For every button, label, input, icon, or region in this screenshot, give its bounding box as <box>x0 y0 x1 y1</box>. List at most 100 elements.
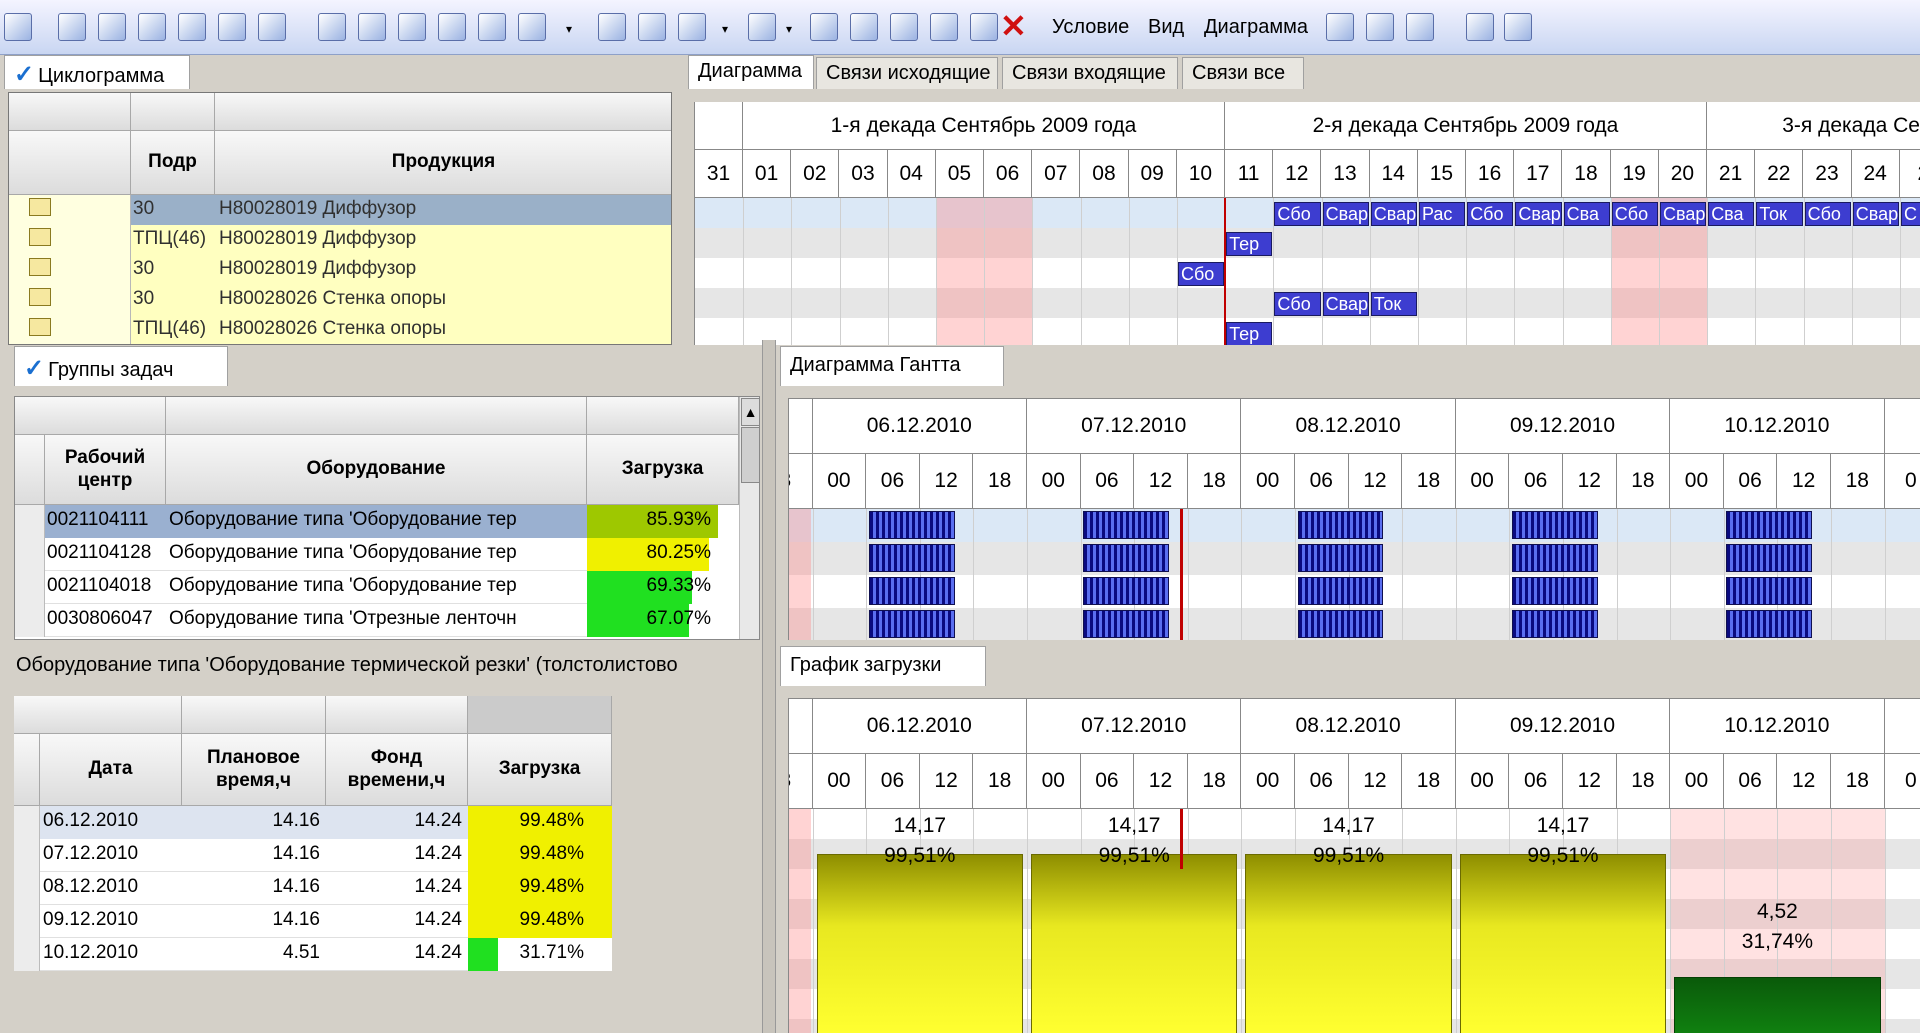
edit-row-icon[interactable] <box>438 13 466 41</box>
col-plan-time[interactable]: Плановое время,ч <box>182 734 326 806</box>
col-detail-load[interactable]: Загрузка <box>468 734 612 806</box>
task-bar[interactable]: Сва <box>1708 202 1755 226</box>
gantt-operation-bar[interactable] <box>1297 577 1384 605</box>
col-fund-time[interactable]: Фонд времени,ч <box>326 734 468 806</box>
gantt-operation-bar[interactable] <box>868 511 955 539</box>
table-row[interactable]: 10.12.2010 4.51 14.24 31.71% <box>14 938 612 971</box>
gantt-operation-bar[interactable] <box>1512 610 1598 638</box>
menu-diagram[interactable]: Диаграмма <box>1204 16 1308 39</box>
find-icon[interactable] <box>358 13 386 41</box>
row-selector[interactable] <box>14 905 40 938</box>
tab-cyclogram[interactable]: ✓ Циклограмма <box>4 55 190 89</box>
gantt-operation-bar[interactable] <box>1726 511 1813 539</box>
tab-diagram[interactable]: Диаграмма <box>688 55 814 89</box>
gantt-operation-bar[interactable] <box>1512 511 1598 539</box>
table-row[interactable]: 0021104111 Оборудование типа 'Оборудовани… <box>15 505 739 538</box>
col-work-center[interactable]: Рабочий центр <box>45 435 166 505</box>
table-view-icon[interactable] <box>1326 13 1354 41</box>
task-bar[interactable]: Сва <box>1563 202 1610 226</box>
tab-links-out[interactable]: Связи исходящие <box>816 57 998 89</box>
task-bar[interactable]: С <box>1901 202 1920 226</box>
gantt-operation-bar[interactable] <box>1083 544 1170 572</box>
new-doc-icon[interactable] <box>930 13 958 41</box>
table-row[interactable]: 09.12.2010 14.16 14.24 99.48% <box>14 905 612 938</box>
chart-icon[interactable] <box>218 13 246 41</box>
row-selector[interactable] <box>14 839 40 872</box>
menu-condition[interactable]: Условие <box>1052 16 1129 39</box>
structure-icon[interactable] <box>1406 13 1434 41</box>
row-selector[interactable] <box>15 604 45 637</box>
col-equipment[interactable]: Оборудование <box>166 435 587 505</box>
gantt-operation-bar[interactable] <box>1726 577 1813 605</box>
table-row[interactable]: ТПЦ(46) Н80028019 Диффузор <box>9 225 671 255</box>
task-bar[interactable]: Свар <box>1322 202 1369 226</box>
scroll-thumb[interactable] <box>741 427 759 483</box>
filter-icon[interactable] <box>138 13 166 41</box>
refresh-icon[interactable] <box>478 13 506 41</box>
sort-icon[interactable] <box>398 13 426 41</box>
row-selector[interactable] <box>14 872 40 905</box>
gantt-operation-bar[interactable] <box>1297 610 1384 638</box>
table-row[interactable]: 08.12.2010 14.16 14.24 99.48% <box>14 872 612 905</box>
gantt-operation-bar[interactable] <box>1297 511 1384 539</box>
tab-load-chart[interactable]: График загрузки <box>780 646 986 686</box>
tab-links-in[interactable]: Связи входящие <box>1002 57 1178 89</box>
gantt-operation-bar[interactable] <box>1726 544 1813 572</box>
task-bar[interactable]: Ток <box>1756 202 1803 226</box>
task-bar[interactable]: Сбо <box>1804 202 1851 226</box>
dropdown-icon[interactable]: ▾ <box>566 22 572 36</box>
table-row[interactable]: 07.12.2010 14.16 14.24 99.48% <box>14 839 612 872</box>
task-bar[interactable]: Свар <box>1660 202 1707 226</box>
task-bar[interactable]: Сбо <box>1611 202 1658 226</box>
gantt-operation-bar[interactable] <box>1083 511 1170 539</box>
link-icon[interactable] <box>748 13 776 41</box>
gantt-operation-bar[interactable] <box>1083 610 1170 638</box>
gantt-operation-bar[interactable] <box>1512 577 1598 605</box>
load-bar[interactable] <box>1674 976 1881 1033</box>
table-row[interactable]: 0030806047 Оборудование типа 'Отрезные ле… <box>15 604 739 637</box>
tab-task-groups[interactable]: ✓ Группы задач <box>14 346 228 386</box>
gantt-operation-bar[interactable] <box>868 610 955 638</box>
table-row[interactable]: 30 Н80028019 Диффузор <box>9 195 671 225</box>
gantt-operation-bar[interactable] <box>1083 577 1170 605</box>
brush-icon[interactable] <box>598 13 626 41</box>
row-selector[interactable] <box>15 538 45 571</box>
col-date[interactable]: Дата <box>40 734 182 806</box>
task-bar[interactable]: Сбо <box>1178 262 1225 286</box>
task-bar[interactable]: Сбо <box>1274 292 1321 316</box>
task-bar[interactable]: Тер <box>1226 232 1273 256</box>
table-row[interactable]: 0021104018 Оборудование типа 'Оборудовани… <box>15 571 739 604</box>
splitter[interactable] <box>762 640 776 1033</box>
table-row[interactable]: 30 Н80028026 Стенка опоры <box>9 285 671 315</box>
task-bar[interactable]: Свар <box>1370 202 1417 226</box>
load-bar[interactable] <box>1245 854 1452 1033</box>
task-bar[interactable]: Тер <box>1226 322 1273 345</box>
load-bar[interactable] <box>1459 854 1667 1033</box>
load-bar[interactable] <box>816 854 1023 1033</box>
task-bar[interactable]: Свар <box>1515 202 1562 226</box>
row-selector[interactable] <box>14 806 40 839</box>
row-selector[interactable] <box>14 938 40 971</box>
table-icon[interactable] <box>98 13 126 41</box>
edit-icon[interactable] <box>4 13 32 41</box>
layout-grid-icon[interactable] <box>1504 13 1532 41</box>
unlink-icon[interactable] <box>810 13 838 41</box>
report-icon[interactable] <box>1366 13 1394 41</box>
row-selector[interactable] <box>9 195 131 225</box>
row-selector[interactable] <box>15 571 45 604</box>
table-row[interactable]: 0021104128 Оборудование типа 'Оборудовани… <box>15 538 739 571</box>
vertical-scrollbar[interactable]: ▲ <box>739 397 759 639</box>
row-selector[interactable] <box>9 285 131 315</box>
calculator-icon[interactable] <box>258 13 286 41</box>
cut-icon[interactable] <box>850 13 878 41</box>
task-bar[interactable]: Рас <box>1419 202 1466 226</box>
row-selector[interactable] <box>9 255 131 285</box>
task-bar[interactable]: Ток <box>1370 292 1417 316</box>
check-link-icon[interactable] <box>890 13 918 41</box>
col-product[interactable]: Продукция <box>215 131 671 195</box>
task-bar[interactable]: Сбо <box>1467 202 1514 226</box>
menu-view[interactable]: Вид <box>1148 16 1184 39</box>
document-icon[interactable] <box>970 13 998 41</box>
row-selector[interactable] <box>9 225 131 255</box>
gantt-operation-bar[interactable] <box>1512 544 1598 572</box>
